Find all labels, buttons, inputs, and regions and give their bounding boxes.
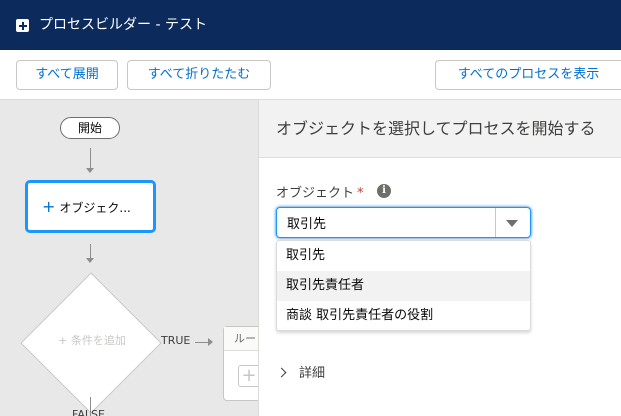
process-canvas[interactable]: 開始 + オブジェク... + 条件を追加 TRUE ルー + <box>0 100 258 416</box>
true-label: TRUE <box>161 334 191 347</box>
plus-icon: + <box>42 197 56 216</box>
plus-icon[interactable]: + <box>238 365 258 387</box>
chevron-right-icon <box>276 367 287 378</box>
object-combobox[interactable] <box>276 207 531 238</box>
info-icon[interactable]: i <box>377 184 391 198</box>
rule-node[interactable]: ルー + <box>223 326 258 401</box>
panel-header: オブジェクトを選択してプロセスを開始する <box>259 100 621 158</box>
panel-heading: オブジェクトを選択してプロセスを開始する <box>276 119 596 138</box>
object-label-text: オブジェクト <box>276 186 355 201</box>
expand-all-button[interactable]: すべて展開 <box>16 60 118 90</box>
option-contact[interactable]: 取引先責任者 <box>277 271 530 301</box>
rule-node-label: ルー <box>224 327 258 351</box>
start-node: 開始 <box>60 117 120 139</box>
object-node-label: オブジェク... <box>59 201 131 215</box>
details-label: 詳細 <box>299 366 326 381</box>
arrow-right-icon <box>208 338 213 346</box>
property-panel: オブジェクトを選択してプロセスを開始する オブジェクト* i 取引先 取引先責任… <box>258 100 621 416</box>
option-account[interactable]: 取引先 <box>277 241 530 271</box>
connector-line <box>90 148 91 168</box>
plus-icon: + <box>58 334 71 347</box>
arrow-down-icon <box>86 168 94 173</box>
window-title: プロセスビルダー - テスト <box>39 17 207 33</box>
false-label: FALSE <box>72 408 105 416</box>
add-criteria-button[interactable]: + 条件を追加 <box>50 332 134 348</box>
object-options-listbox: 取引先 取引先責任者 商談 取引先責任者の役割 <box>276 240 531 331</box>
object-field-label: オブジェクト * <box>276 182 364 201</box>
app-header: プロセスビルダー - テスト <box>0 0 621 50</box>
object-node[interactable]: + オブジェク... <box>25 180 156 233</box>
details-toggle[interactable]: 詳細 <box>276 362 325 381</box>
connector-line <box>90 244 91 258</box>
combobox-divider <box>495 208 496 237</box>
caret-down-icon[interactable] <box>506 220 518 227</box>
toolbar: すべて展開 すべて折りたたむ すべてのプロセスを表示 <box>0 50 621 100</box>
required-asterisk: * <box>357 186 364 201</box>
process-builder-icon <box>16 19 29 32</box>
connector-line <box>195 342 208 343</box>
arrow-down-icon <box>86 258 94 263</box>
add-criteria-label: 条件を追加 <box>70 334 126 347</box>
view-all-processes-button[interactable]: すべてのプロセスを表示 <box>435 60 621 90</box>
option-opportunity-contact-role[interactable]: 商談 取引先責任者の役割 <box>277 301 530 331</box>
object-input[interactable] <box>277 208 495 237</box>
collapse-all-button[interactable]: すべて折りたたむ <box>127 60 271 90</box>
